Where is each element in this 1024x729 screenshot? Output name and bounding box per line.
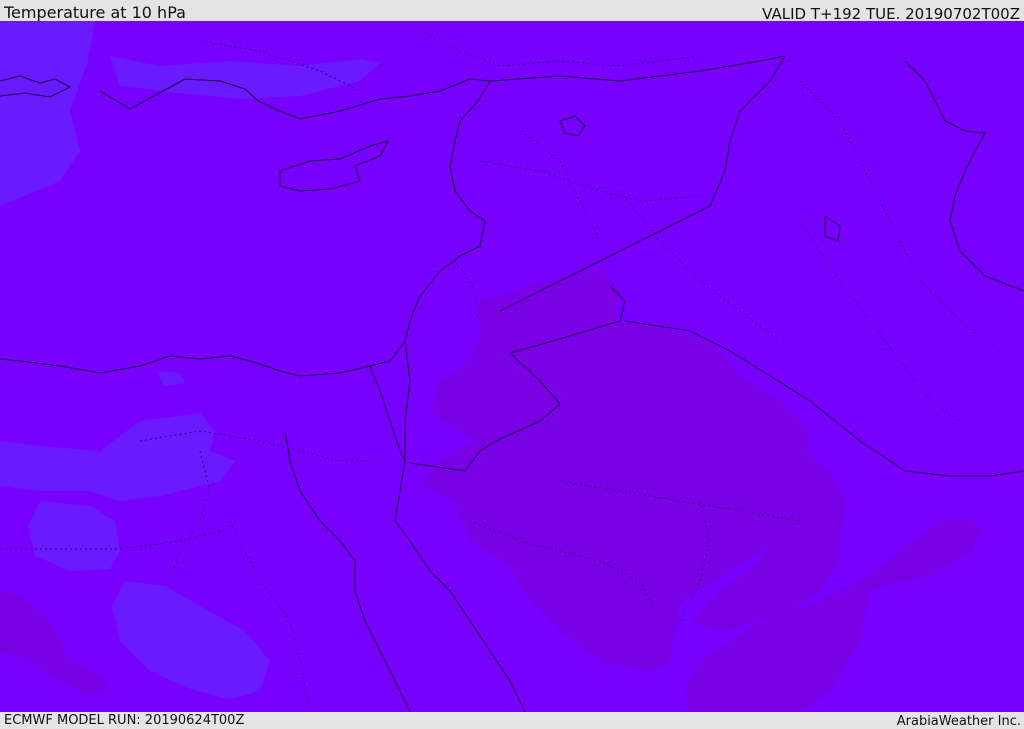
- map-title: Temperature at 10 hPa: [4, 3, 186, 22]
- header-bar: Temperature at 10 hPa VALID T+192 TUE. 2…: [0, 0, 1024, 23]
- map-svg[interactable]: [0, 21, 1024, 712]
- credit-label: ArabiaWeather Inc.: [896, 714, 1021, 729]
- map-canvas[interactable]: [0, 21, 1024, 712]
- weather-map-page: Temperature at 10 hPa VALID T+192 TUE. 2…: [0, 0, 1024, 729]
- footer-bar: ECMWF MODEL RUN: 20190624T00Z ArabiaWeat…: [0, 712, 1024, 729]
- model-run-label: ECMWF MODEL RUN: 20190624T00Z: [4, 713, 245, 728]
